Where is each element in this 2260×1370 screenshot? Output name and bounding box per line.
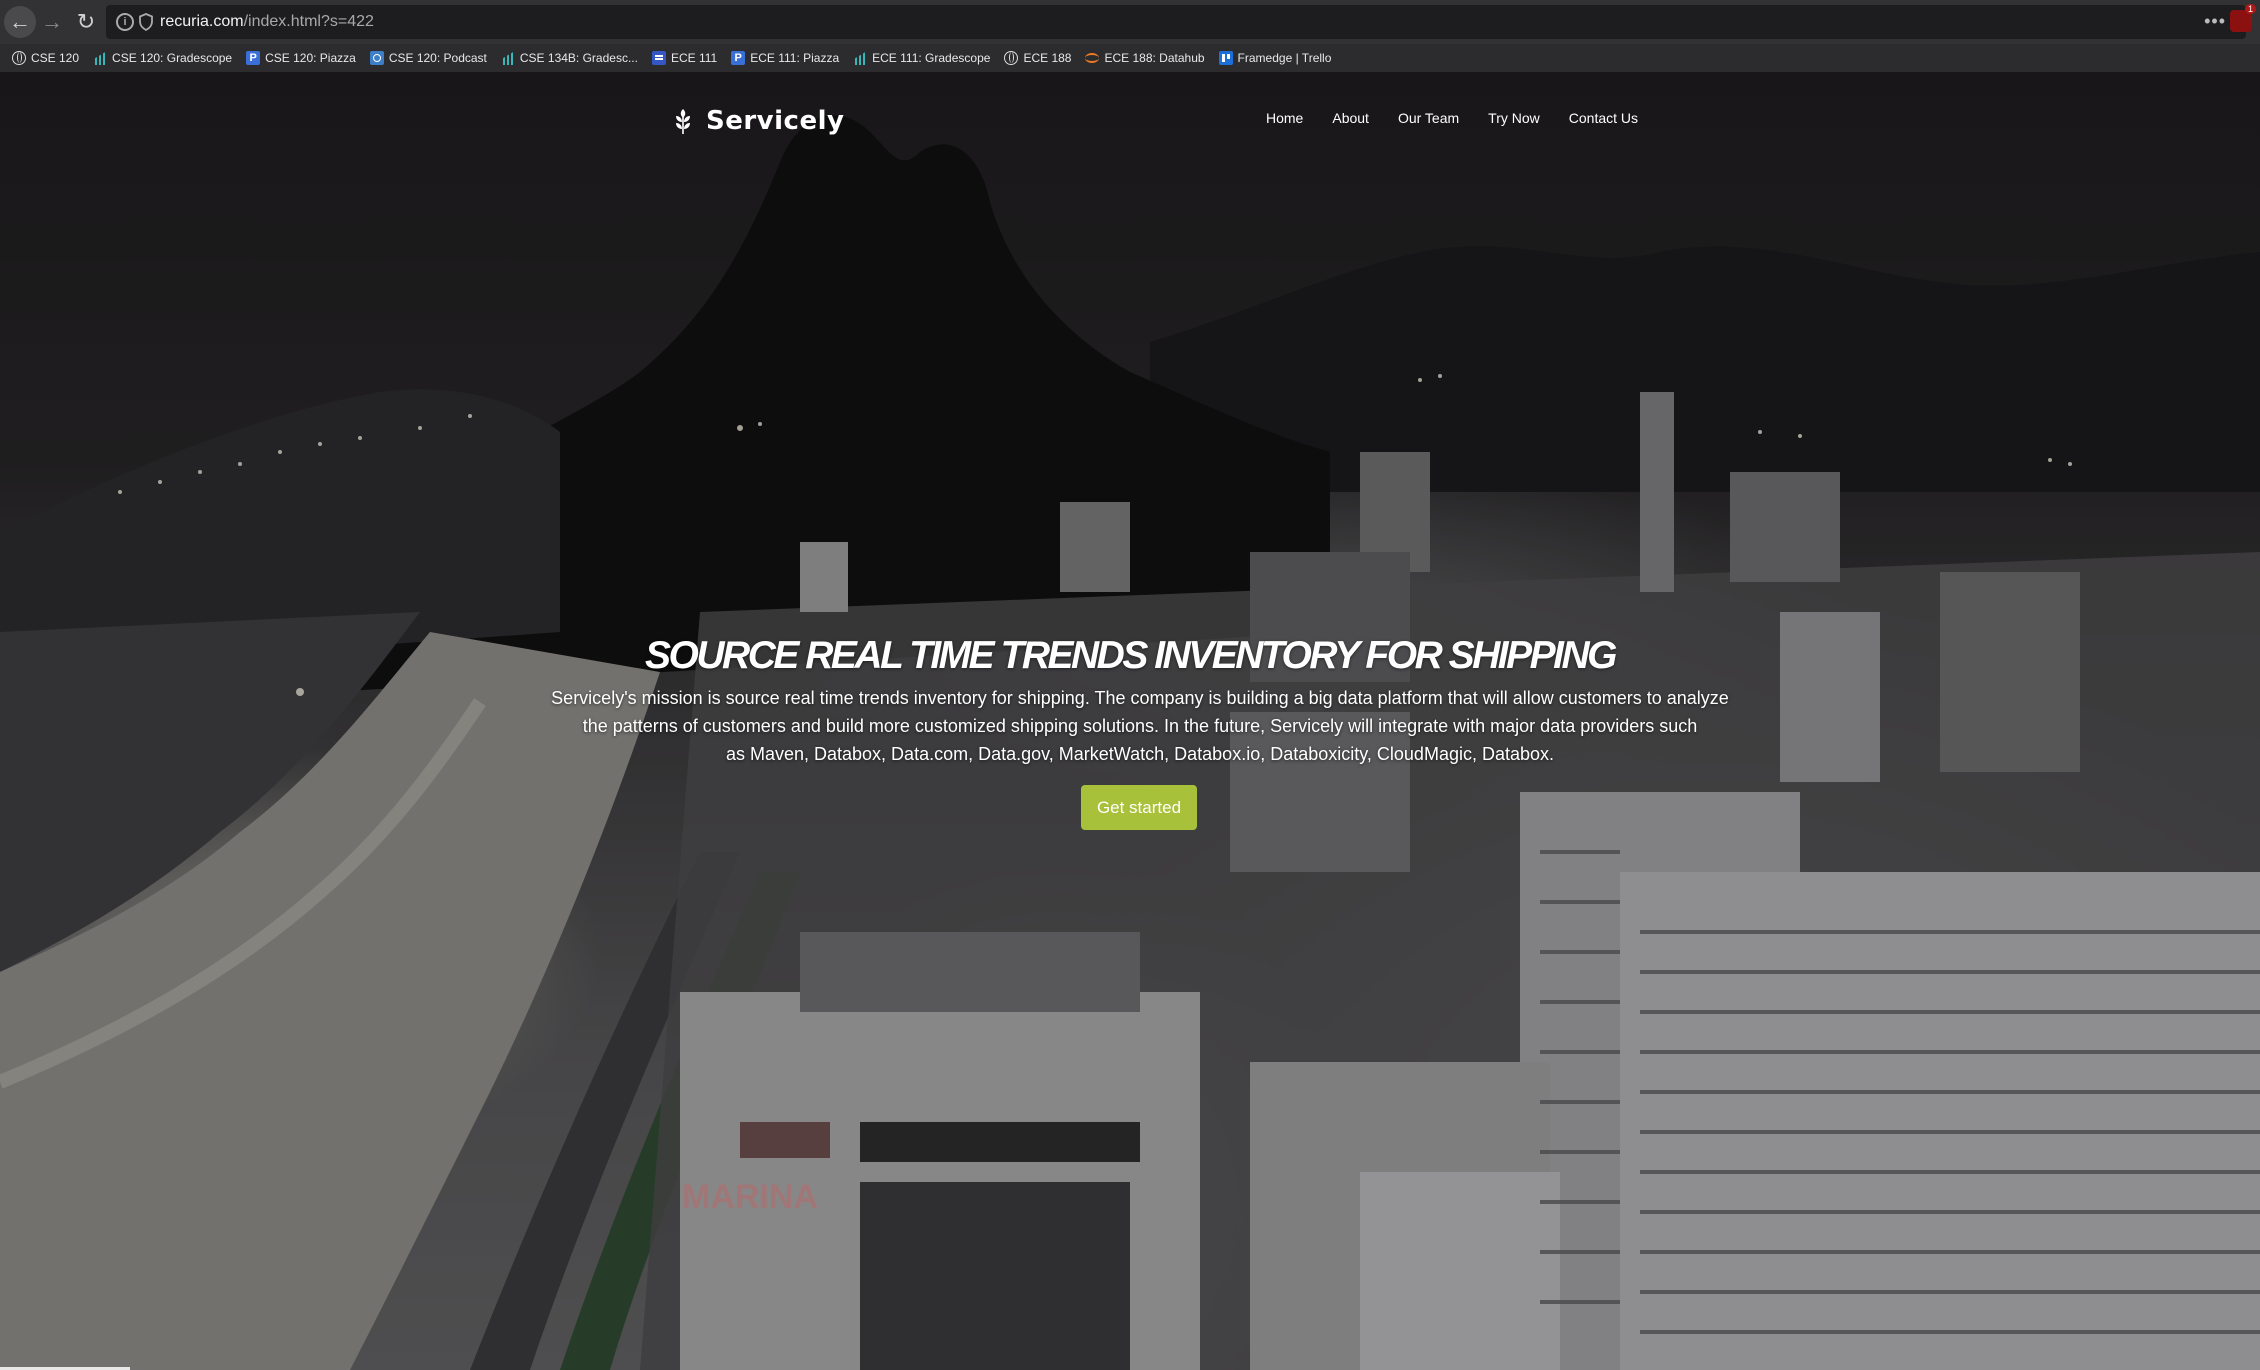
main-nav: Home About Our Team Try Now Contact Us bbox=[1266, 110, 1667, 126]
forward-arrow-icon[interactable]: → bbox=[36, 6, 68, 38]
info-icon[interactable]: i bbox=[116, 13, 134, 31]
get-started-button[interactable]: Get started bbox=[1081, 785, 1197, 830]
bookmarks-bar: CSE 120 CSE 120: Gradescope P CSE 120: Pi… bbox=[0, 44, 2260, 72]
url-host: recuria.com bbox=[160, 13, 244, 30]
bookmark-label: CSE 120: Gradescope bbox=[112, 51, 233, 65]
brand-name: Servicely bbox=[706, 106, 845, 136]
bookmark-item[interactable]: ECE 111: Gradescope bbox=[853, 51, 990, 65]
nav-contact-us[interactable]: Contact Us bbox=[1569, 110, 1638, 126]
bookmark-label: CSE 120: Podcast bbox=[388, 51, 487, 65]
course-site-icon bbox=[651, 51, 666, 65]
gradescope-icon bbox=[93, 51, 108, 65]
bookmark-label: Framedge | Trello bbox=[1237, 51, 1332, 65]
globe-icon bbox=[1004, 51, 1019, 65]
url-path: /index.html?s=422 bbox=[243, 13, 374, 30]
bookmark-item[interactable]: CSE 120: Podcast bbox=[369, 51, 487, 65]
bookmark-item[interactable]: P ECE 111: Piazza bbox=[731, 51, 839, 65]
mission-line: the patterns of customers and build more… bbox=[582, 716, 1698, 736]
mission-text: Servicely's mission is source real time … bbox=[505, 684, 1775, 768]
gradescope-icon bbox=[500, 51, 515, 65]
piazza-icon: P bbox=[731, 51, 746, 65]
mission-line: Servicely's mission is source real time … bbox=[551, 688, 1729, 708]
bookmark-item[interactable]: CSE 134B: Gradesc... bbox=[500, 51, 638, 65]
hero-section: MARINA Servicely Home About Our Team Try… bbox=[0, 72, 2260, 1370]
mission-line: as Maven, Databox, Data.com, Data.gov, M… bbox=[725, 744, 1555, 764]
bookmark-label: ECE 188: Datahub bbox=[1104, 51, 1205, 65]
shield-icon[interactable] bbox=[138, 13, 154, 31]
extension-icon[interactable]: 1 bbox=[2230, 4, 2256, 32]
leaf-icon bbox=[676, 109, 690, 134]
bookmark-label: CSE 120 bbox=[31, 51, 80, 65]
piazza-icon: P bbox=[246, 51, 261, 65]
bookmark-label: ECE 111 bbox=[670, 51, 718, 65]
globe-icon bbox=[12, 51, 26, 65]
bookmark-label: ECE 111: Gradescope bbox=[872, 51, 991, 65]
back-arrow-icon[interactable]: ← bbox=[4, 6, 36, 38]
url-text[interactable]: recuria.com/index.html?s=422 bbox=[160, 13, 374, 31]
podcast-icon bbox=[369, 51, 384, 65]
reload-icon[interactable]: ↻ bbox=[70, 6, 102, 38]
page-actions-more-icon[interactable]: ••• bbox=[2204, 11, 2226, 32]
bookmark-label: ECE 188 bbox=[1023, 51, 1072, 65]
address-bar[interactable]: i recuria.com/index.html?s=422 ••• bbox=[106, 5, 2246, 39]
gradescope-icon bbox=[853, 51, 868, 65]
bookmark-item[interactable]: ECE 188: Datahub bbox=[1085, 51, 1205, 65]
hero-headline: SOURCE REAL TIME TRENDS INVENTORY FOR SH… bbox=[645, 634, 1617, 677]
nav-try-now[interactable]: Try Now bbox=[1488, 110, 1540, 126]
bookmark-item[interactable]: P CSE 120: Piazza bbox=[246, 51, 356, 65]
nav-about[interactable]: About bbox=[1332, 110, 1369, 126]
bookmark-label: CSE 134B: Gradesc... bbox=[519, 51, 638, 65]
site-logo[interactable]: Servicely bbox=[672, 106, 844, 136]
nav-our-team[interactable]: Our Team bbox=[1398, 110, 1459, 126]
bookmark-label: ECE 111: Piazza bbox=[750, 51, 840, 65]
bookmark-item[interactable]: Framedge | Trello bbox=[1218, 51, 1332, 65]
bookmark-label: CSE 120: Piazza bbox=[265, 51, 356, 65]
extension-badge: 1 bbox=[2244, 4, 2256, 14]
bookmark-item[interactable]: CSE 120: Gradescope bbox=[93, 51, 232, 65]
jupyter-icon bbox=[1085, 53, 1100, 63]
bookmark-item[interactable]: ECE 111 bbox=[651, 51, 718, 65]
trello-icon bbox=[1218, 51, 1233, 65]
bookmark-item[interactable]: ECE 188 bbox=[1004, 51, 1071, 65]
browser-toolbar: ← → ↻ i recuria.com/index.html?s=422 •••… bbox=[0, 0, 2260, 44]
nav-home[interactable]: Home bbox=[1266, 110, 1303, 126]
bookmark-item[interactable]: CSE 120 bbox=[12, 51, 79, 65]
